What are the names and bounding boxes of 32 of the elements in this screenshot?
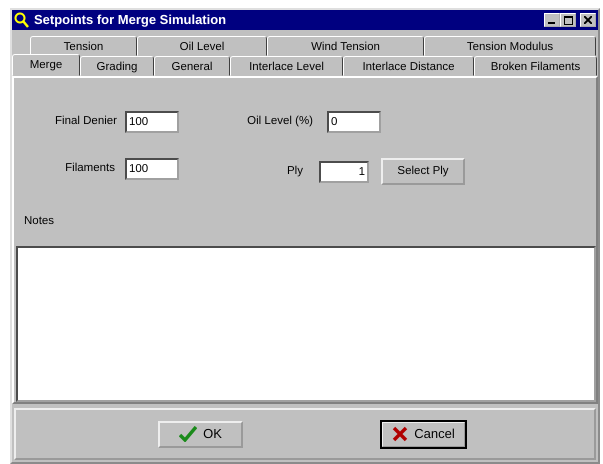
oil-level-field[interactable]: 0 <box>327 111 381 133</box>
tab[interactable]: General <box>154 56 230 76</box>
notes-label: Notes <box>24 215 54 227</box>
tab[interactable]: Wind Tension <box>267 36 424 56</box>
tab[interactable]: Oil Level <box>137 36 267 56</box>
tab[interactable]: Interlace Distance <box>343 56 474 76</box>
tab[interactable]: Grading <box>80 56 154 76</box>
final-denier-field[interactable]: 100 <box>125 111 179 133</box>
maximize-button[interactable] <box>560 13 576 27</box>
select-ply-button[interactable]: Select Ply <box>381 158 465 185</box>
cancel-button[interactable]: Cancel <box>381 420 466 448</box>
tab[interactable]: Broken Filaments <box>474 56 597 76</box>
notes-field[interactable] <box>16 246 596 402</box>
field-label: Filaments <box>64 160 115 176</box>
magnifier-icon <box>14 11 30 29</box>
close-icon <box>584 16 592 24</box>
filaments-field[interactable]: 100 <box>125 158 179 180</box>
tab[interactable]: Tension <box>30 36 137 56</box>
ok-button[interactable]: OK <box>158 420 243 448</box>
window-title: Setpoints for Merge Simulation <box>34 11 226 30</box>
tab[interactable]: Interlace Level <box>230 56 343 76</box>
close-button[interactable] <box>580 13 596 27</box>
field-label: Ply <box>286 164 303 179</box>
field-label: Final Denier <box>54 114 117 130</box>
minimize-button[interactable] <box>544 13 560 27</box>
check-icon <box>179 426 198 442</box>
ply-field[interactable]: 1 <box>319 160 369 182</box>
tab[interactable]: Merge <box>12 54 80 76</box>
cross-icon <box>392 426 408 442</box>
field-label: Oil Level (%) <box>246 114 313 130</box>
maximize-icon <box>564 16 572 24</box>
tab[interactable]: Tension Modulus <box>424 36 596 56</box>
